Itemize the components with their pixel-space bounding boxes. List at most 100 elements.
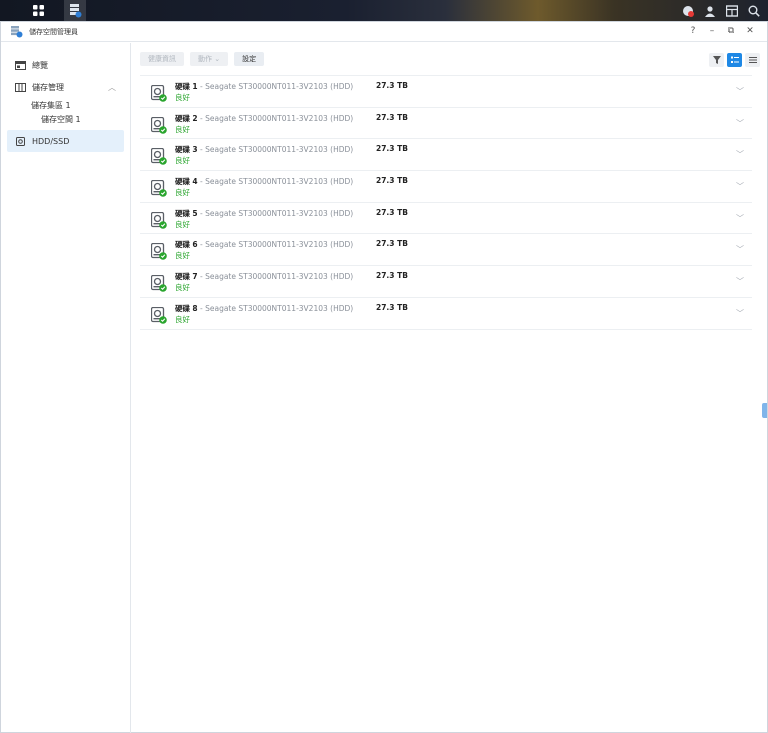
- chevron-down-icon[interactable]: ﹀: [736, 181, 744, 192]
- hdd-healthy-icon: [151, 275, 167, 292]
- storage-manager-taskbar-button[interactable]: [64, 0, 86, 21]
- disk-label: 硬碟: [175, 177, 190, 187]
- sidebar-item-storage-pool-1[interactable]: 儲存集區 1: [1, 98, 130, 112]
- disk-size: 27.3 TB: [376, 239, 408, 249]
- disk-size: 27.3 TB: [376, 271, 408, 281]
- sidebar-item-overview[interactable]: 總覽: [1, 54, 130, 76]
- help-button[interactable]: ?: [688, 26, 698, 36]
- restore-button[interactable]: ⧉: [726, 26, 736, 36]
- disk-row[interactable]: 硬碟 8 - Seagate ST30000NT011-3V2103 (HDD)…: [140, 298, 752, 330]
- disk-name: 硬碟 4 - Seagate ST30000NT011-3V2103 (HDD): [175, 177, 354, 187]
- disk-status: 良好: [175, 314, 190, 324]
- disk-size: 27.3 TB: [376, 302, 408, 312]
- hdd-icon: [16, 136, 25, 146]
- window-titlebar[interactable]: 儲存空間管理員: [1, 22, 767, 42]
- disk-label: 硬碟: [175, 272, 190, 282]
- disk-model: Seagate ST30000NT011-3V2103 (HDD): [205, 240, 354, 250]
- storage-manager-icon: [69, 3, 81, 17]
- disk-model: Seagate ST30000NT011-3V2103 (HDD): [205, 303, 354, 313]
- sidebar-item-storage[interactable]: 儲存管理 ︿: [1, 76, 130, 98]
- chevron-down-icon[interactable]: ﹀: [736, 149, 744, 160]
- storage-manager-icon: [11, 25, 23, 37]
- disk-model: Seagate ST30000NT011-3V2103 (HDD): [205, 113, 354, 123]
- disk-model: Seagate ST30000NT011-3V2103 (HDD): [205, 272, 354, 282]
- disk-size: 27.3 TB: [376, 144, 408, 154]
- sidebar-item-label: 總覽: [32, 60, 48, 70]
- chevron-up-icon[interactable]: ︿: [108, 82, 116, 93]
- sidebar-item-label: 儲存管理: [32, 82, 64, 92]
- disk-row[interactable]: 硬碟 2 - Seagate ST30000NT011-3V2103 (HDD)…: [140, 108, 752, 140]
- disk-name: 硬碟 8 - Seagate ST30000NT011-3V2103 (HDD): [175, 303, 354, 313]
- disk-label: 硬碟: [175, 145, 190, 155]
- chevron-down-icon[interactable]: ﹀: [736, 308, 744, 319]
- disk-row[interactable]: 硬碟 4 - Seagate ST30000NT011-3V2103 (HDD)…: [140, 171, 752, 203]
- sidebar-item-label: 儲存集區 1: [31, 100, 71, 110]
- storage-manager-window: 儲存空間管理員 ? – ⧉ ✕ 總覽 儲存管理 ︿ 儲存集區 1 儲存空間 1 …: [0, 21, 768, 733]
- disk-status: 良好: [175, 156, 190, 166]
- disk-name: 硬碟 1 - Seagate ST30000NT011-3V2103 (HDD): [175, 82, 354, 91]
- disk-name: 硬碟 3 - Seagate ST30000NT011-3V2103 (HDD): [175, 145, 354, 155]
- disk-size: 27.3 TB: [376, 207, 408, 217]
- disk-row[interactable]: 硬碟 7 - Seagate ST30000NT011-3V2103 (HDD)…: [140, 266, 752, 298]
- close-button[interactable]: ✕: [745, 26, 755, 36]
- widgets-icon[interactable]: [726, 4, 738, 17]
- disk-status: 良好: [175, 219, 190, 229]
- sidebar-item-hdd-ssd[interactable]: HDD/SSD: [7, 130, 124, 152]
- disk-status: 良好: [175, 188, 190, 198]
- disk-size: 27.3 TB: [376, 112, 408, 122]
- user-icon[interactable]: [704, 5, 716, 17]
- chevron-down-icon[interactable]: ﹀: [736, 86, 744, 97]
- storage-icon: [15, 82, 26, 92]
- taskbar: [0, 0, 768, 21]
- hdd-healthy-icon: [151, 211, 167, 229]
- detail-view-button[interactable]: [727, 53, 742, 67]
- filter-button[interactable]: [709, 53, 724, 67]
- list-icon: [748, 57, 757, 63]
- toolbar: 健康資訊 動作 ⌄ 設定: [132, 43, 768, 75]
- hdd-healthy-icon: [151, 85, 167, 102]
- minimize-button[interactable]: –: [707, 26, 717, 36]
- disk-row[interactable]: 硬碟 6 - Seagate ST30000NT011-3V2103 (HDD)…: [140, 234, 752, 267]
- disk-name: 硬碟 6 - Seagate ST30000NT011-3V2103 (HDD): [175, 240, 354, 250]
- search-icon[interactable]: [748, 5, 760, 17]
- sidebar-item-volume-1[interactable]: 儲存空間 1: [1, 112, 130, 126]
- settings-button[interactable]: 設定: [234, 52, 265, 66]
- disk-status: 良好: [175, 93, 190, 102]
- hdd-healthy-icon: [151, 306, 167, 324]
- disk-model: Seagate ST30000NT011-3V2103 (HDD): [205, 145, 354, 155]
- disk-size: 27.3 TB: [376, 81, 408, 90]
- health-info-button[interactable]: 健康資訊: [140, 52, 184, 66]
- disk-status: 良好: [175, 124, 190, 134]
- chevron-down-icon[interactable]: ﹀: [736, 276, 744, 287]
- sidebar: 總覽 儲存管理 ︿ 儲存集區 1 儲存空間 1 HDD/SSD: [1, 43, 131, 733]
- disk-list: 硬碟 1 - Seagate ST30000NT011-3V2103 (HDD)…: [140, 75, 752, 330]
- hdd-healthy-icon: [151, 180, 167, 197]
- filter-icon: [712, 56, 721, 64]
- disk-label: 硬碟: [175, 208, 190, 218]
- list-view-button[interactable]: [745, 53, 760, 67]
- action-dropdown-button[interactable]: 動作 ⌄: [190, 52, 229, 66]
- disk-row[interactable]: 硬碟 1 - Seagate ST30000NT011-3V2103 (HDD)…: [140, 76, 752, 108]
- overview-icon: [15, 60, 26, 70]
- disk-status: 良好: [175, 251, 190, 261]
- disk-name: 硬碟 7 - Seagate ST30000NT011-3V2103 (HDD): [175, 272, 354, 282]
- disk-row[interactable]: 硬碟 5 - Seagate ST30000NT011-3V2103 (HDD)…: [140, 203, 752, 235]
- chevron-down-icon[interactable]: ﹀: [736, 118, 744, 129]
- detail-list-icon: [730, 56, 739, 63]
- main-menu-button[interactable]: [27, 0, 49, 21]
- side-panel-tab[interactable]: [762, 403, 767, 418]
- chevron-down-icon[interactable]: ﹀: [736, 244, 744, 255]
- hdd-healthy-icon: [151, 243, 167, 261]
- window-title: 儲存空間管理員: [29, 27, 78, 36]
- disk-status: 良好: [175, 283, 190, 293]
- sidebar-item-label: 儲存空間 1: [41, 114, 81, 124]
- notification-chat-icon[interactable]: [682, 5, 694, 17]
- disk-label: 硬碟: [175, 113, 190, 123]
- sidebar-item-label: HDD/SSD: [32, 136, 70, 146]
- hdd-healthy-icon: [151, 148, 167, 166]
- disk-label: 硬碟: [175, 82, 190, 91]
- disk-name: 硬碟 2 - Seagate ST30000NT011-3V2103 (HDD): [175, 113, 354, 123]
- disk-row[interactable]: 硬碟 3 - Seagate ST30000NT011-3V2103 (HDD)…: [140, 139, 752, 172]
- disk-model: Seagate ST30000NT011-3V2103 (HDD): [205, 208, 354, 218]
- chevron-down-icon[interactable]: ﹀: [736, 213, 744, 224]
